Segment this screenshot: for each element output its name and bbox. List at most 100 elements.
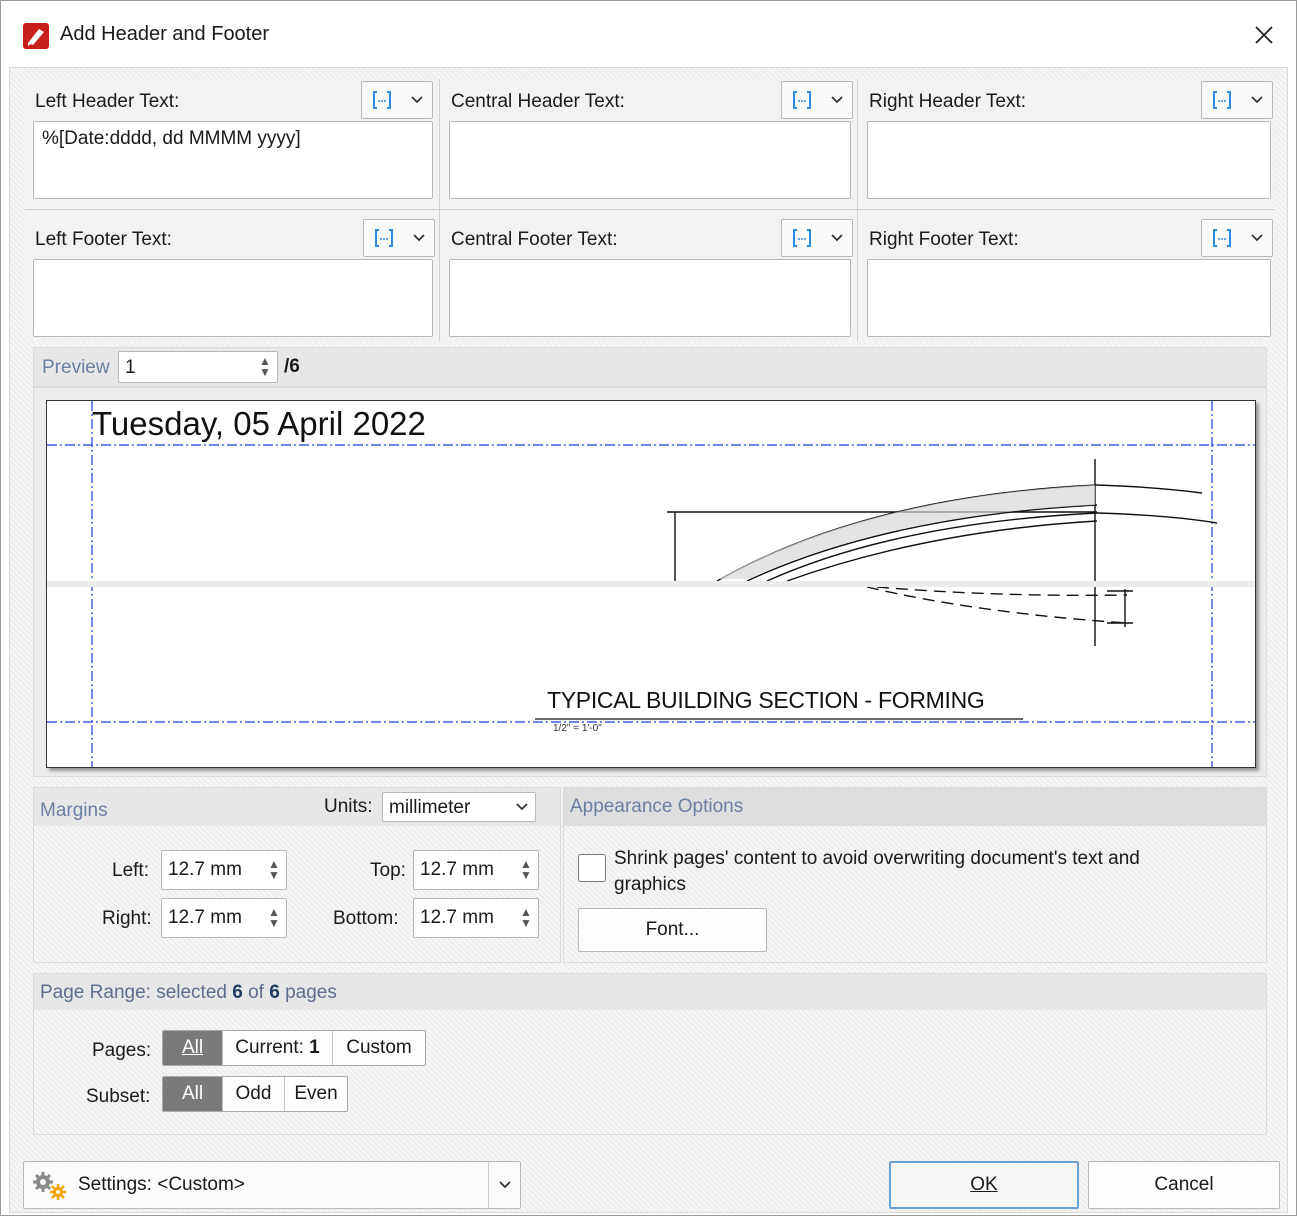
app-logo-icon [23, 23, 49, 49]
top-margin-label: Top: [370, 860, 406, 881]
margins-group: Margins Units: millimeter Left: 12.7 mm … [33, 787, 561, 963]
chevron-down-icon [822, 220, 852, 256]
bottom-margin-label: Bottom: [333, 908, 399, 929]
top-margin-value: 12.7 mm [420, 859, 494, 880]
subset-even-option[interactable]: Even [285, 1077, 347, 1111]
row-divider [25, 209, 1275, 210]
settings-dropdown[interactable]: Settings: <Custom> [23, 1161, 521, 1209]
central-footer-label: Central Footer Text: [451, 229, 618, 250]
subset-all-option[interactable]: All [163, 1077, 223, 1111]
shrink-content-label-line1: Shrink pages' content to avoid overwriti… [614, 848, 1140, 869]
concrete-fill [719, 485, 1095, 579]
subset-odd-option[interactable]: Odd [223, 1077, 285, 1111]
close-button[interactable] [1246, 19, 1282, 51]
preview-page-spinner[interactable]: 1 ▲ ▼ [118, 351, 278, 383]
left-header-label: Left Header Text: [35, 91, 180, 112]
right-footer-textbox[interactable] [867, 259, 1271, 337]
spinner-arrows-icon[interactable]: ▲ ▼ [255, 354, 275, 380]
right-margin-value: 12.7 mm [168, 907, 242, 928]
units-label: Units: [324, 796, 373, 817]
left-margin-spinner[interactable]: 12.7 mm ▲ ▼ [161, 850, 287, 890]
spinner-arrows-icon[interactable]: ▲ ▼ [264, 857, 284, 883]
right-header-cell: Right Header Text: [867, 79, 1273, 209]
column-divider [439, 79, 440, 341]
dialog-window: Add Header and Footer Left Header Text: … [0, 0, 1297, 1216]
left-header-textbox[interactable]: %[Date:dddd, dd MMMM yyyy] [33, 121, 433, 199]
spinner-arrows-icon[interactable]: ▲ ▼ [516, 857, 536, 883]
units-value: millimeter [389, 797, 471, 818]
right-header-macro-button[interactable] [1201, 81, 1273, 119]
spinner-arrows-icon[interactable]: ▲ ▼ [264, 905, 284, 931]
chevron-down-icon [513, 797, 531, 817]
page-range-header: Page Range: selected 6 of 6 pages [34, 974, 1266, 1010]
preview-header-date: Tuesday, 05 April 2022 [92, 405, 426, 442]
page-range-title: Page Range: selected 6 of 6 pages [40, 982, 337, 1003]
settings-gear-icon [30, 1170, 70, 1202]
building-section-drawing [667, 459, 1218, 646]
units-select[interactable]: millimeter [382, 792, 536, 822]
chevron-down-icon[interactable] [488, 1162, 520, 1208]
chevron-down-icon [404, 220, 434, 256]
spinner-arrows-icon[interactable]: ▲ ▼ [516, 905, 536, 931]
right-footer-macro-button[interactable] [1201, 219, 1273, 257]
insert-macro-icon [364, 220, 404, 256]
central-header-cell: Central Header Text: [449, 79, 854, 209]
window-title: Add Header and Footer [60, 23, 270, 45]
preview-drawing-scale: 1/2" = 1'-0" [553, 723, 602, 734]
right-margin-label: Right: [102, 908, 152, 929]
pages-current-option[interactable]: Current: 1 [223, 1031, 333, 1065]
shrink-content-label: Shrink pages' content to avoid overwriti… [614, 846, 1140, 898]
left-margin-label: Left: [112, 860, 149, 881]
column-divider [857, 79, 858, 341]
left-footer-textbox[interactable] [33, 259, 433, 337]
insert-macro-icon [1202, 220, 1242, 256]
font-button[interactable]: Font... [578, 908, 767, 952]
margins-title: Margins [40, 800, 108, 821]
preview-label: Preview [42, 357, 110, 378]
left-header-macro-button[interactable] [361, 81, 433, 119]
central-footer-cell: Central Footer Text: [449, 217, 854, 347]
central-footer-textbox[interactable] [449, 259, 851, 337]
pages-segmented-control: All Current: 1 Custom [162, 1030, 426, 1066]
chevron-down-icon [402, 82, 432, 118]
preview-bar: Preview 1 ▲ ▼ /6 [33, 347, 1267, 387]
settings-text: Settings: <Custom> [78, 1174, 245, 1195]
right-footer-cell: Right Footer Text: [867, 217, 1273, 347]
page-break-band [47, 581, 1255, 587]
subset-label: Subset: [86, 1086, 151, 1107]
chevron-down-icon [822, 82, 852, 118]
left-footer-label: Left Footer Text: [35, 229, 172, 250]
appearance-options-header: Appearance Options [564, 788, 1266, 826]
bottom-margin-spinner[interactable]: 12.7 mm ▲ ▼ [413, 898, 539, 938]
pages-all-option[interactable]: All [163, 1031, 223, 1065]
right-header-label: Right Header Text: [869, 91, 1027, 112]
bottom-margin-value: 12.7 mm [420, 907, 494, 928]
shrink-content-checkbox[interactable] [578, 854, 606, 882]
title-bar: Add Header and Footer [1, 1, 1296, 67]
chevron-down-icon [1242, 82, 1272, 118]
right-header-textbox[interactable] [867, 121, 1271, 199]
left-footer-macro-button[interactable] [363, 219, 435, 257]
margins-header: Margins Units: millimeter [34, 788, 560, 826]
central-header-textbox[interactable] [449, 121, 851, 199]
insert-macro-icon [782, 82, 822, 118]
central-header-label: Central Header Text: [451, 91, 625, 112]
pages-custom-option[interactable]: Custom [333, 1031, 425, 1065]
close-icon [1255, 26, 1273, 44]
preview-page-value: 1 [125, 357, 136, 378]
central-footer-macro-button[interactable] [781, 219, 853, 257]
shrink-content-label-line2: graphics [614, 874, 686, 895]
subset-segmented-control: All Odd Even [162, 1076, 348, 1112]
central-header-macro-button[interactable] [781, 81, 853, 119]
appearance-options-group: Appearance Options Shrink pages' content… [563, 787, 1267, 963]
preview-area: Tuesday, 05 April 2022 TYPICAL BUILDING … [33, 387, 1267, 777]
right-footer-label: Right Footer Text: [869, 229, 1019, 250]
cancel-button[interactable]: Cancel [1088, 1161, 1280, 1209]
appearance-options-title: Appearance Options [570, 796, 744, 817]
top-margin-spinner[interactable]: 12.7 mm ▲ ▼ [413, 850, 539, 890]
right-margin-spinner[interactable]: 12.7 mm ▲ ▼ [161, 898, 287, 938]
insert-macro-icon [362, 82, 402, 118]
ok-button[interactable]: OK [889, 1161, 1079, 1209]
preview-page-total: /6 [284, 356, 300, 377]
preview-drawing-title: TYPICAL BUILDING SECTION - FORMING [547, 687, 985, 713]
